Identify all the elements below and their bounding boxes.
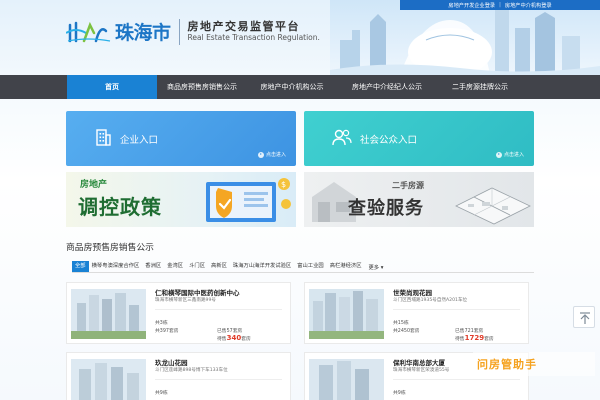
verify-banner-main: 查验服务 bbox=[348, 198, 424, 219]
listing-buildings: 共9栋 bbox=[393, 391, 406, 396]
agency-login-link[interactable]: 房地产中介机构登录 bbox=[505, 2, 552, 9]
filter-gaoxin[interactable]: 高新区 bbox=[208, 261, 230, 272]
enterprise-entry-more: 点击进入 bbox=[257, 151, 286, 158]
enterprise-entry-label: 企业入口 bbox=[120, 135, 159, 146]
listing-name: 保利华南总部大厦 bbox=[393, 359, 445, 367]
nav-item-agencies[interactable]: 房地产中介机构公示 bbox=[247, 75, 337, 99]
listing-divider bbox=[155, 309, 282, 310]
platform-title-cn: 房地产交易监管平台 bbox=[187, 20, 301, 33]
nav-item-agents[interactable]: 房地产中介经纪人公示 bbox=[337, 75, 437, 99]
policy-banner-top: 房地产 bbox=[80, 180, 108, 190]
arrow-up-icon bbox=[580, 312, 590, 324]
enterprise-entry-more-text: 点击进入 bbox=[265, 152, 286, 158]
skyline-illustration bbox=[330, 0, 600, 75]
users-icon bbox=[332, 129, 352, 146]
platform-title: 房地产交易监管平台 Real Estate Transaction Regula… bbox=[188, 20, 320, 43]
building-icon bbox=[96, 129, 111, 146]
listing-thumbnail bbox=[309, 289, 384, 339]
listing-card[interactable]: 仁和横琴国际中医药创新中心 珠海市横琴新区三鑫南路99号 共3栋 共397套房 … bbox=[66, 282, 291, 344]
housing-assistant-widget[interactable]: 问房管助手 bbox=[473, 352, 595, 376]
filter-jinwan[interactable]: 金湾区 bbox=[164, 261, 186, 272]
listing-photo-icon bbox=[71, 289, 146, 339]
listing-name: 世荣尚观花园 bbox=[393, 289, 432, 297]
nav-item-resale[interactable]: 二手房源挂牌公示 bbox=[437, 75, 523, 99]
listing-thumbnail bbox=[71, 359, 146, 400]
filter-fushan[interactable]: 富山工业园 bbox=[294, 261, 327, 272]
verify-banner[interactable]: 二手房源 查验服务 bbox=[304, 172, 534, 227]
listing-thumbnail bbox=[71, 289, 146, 339]
listing-available: 待售340套房 bbox=[217, 334, 251, 342]
nav-item-home[interactable]: 首页 bbox=[67, 75, 157, 99]
listing-name: 仁和横琴国际中医药创新中心 bbox=[155, 289, 240, 297]
listing-card[interactable]: 玖龙山花园 斗门区莲峰路898号博下车133车位 共9栋 bbox=[66, 352, 291, 400]
listing-total: 共397套房 bbox=[155, 329, 179, 334]
link-separator: | bbox=[499, 2, 501, 8]
filter-xiangzhou[interactable]: 香洲区 bbox=[142, 261, 164, 272]
listing-available-suffix: 套房 bbox=[484, 337, 494, 342]
policy-banner[interactable]: 房地产 调控政策 $ bbox=[66, 172, 296, 227]
listing-available-count: 1729 bbox=[464, 334, 485, 342]
filter-doumen[interactable]: 斗门区 bbox=[186, 261, 208, 272]
public-entry-more: 点击进入 bbox=[495, 151, 524, 158]
listing-address: 珠海市横琴新区三鑫南路99号 bbox=[155, 298, 216, 303]
arrow-circle-icon bbox=[495, 151, 502, 158]
listing-available-suffix: 套房 bbox=[241, 337, 251, 342]
listing-buildings: 共15栋 bbox=[393, 321, 409, 326]
public-entry-card[interactable]: 社会公众入口 点击进入 bbox=[304, 111, 534, 166]
logo-divider bbox=[178, 18, 180, 45]
listing-total: 共2450套房 bbox=[393, 329, 420, 334]
floorplan-icon bbox=[455, 187, 531, 225]
filter-hengqin[interactable]: 横琴粤澳深度合作区 bbox=[89, 261, 143, 272]
listing-divider bbox=[155, 379, 282, 380]
listing-available-prefix: 待售 bbox=[217, 337, 227, 342]
listing-name: 玖龙山花园 bbox=[155, 359, 188, 367]
listing-available: 待售1729套房 bbox=[455, 334, 494, 342]
listing-buildings: 共3栋 bbox=[155, 321, 168, 326]
public-entry-label: 社会公众入口 bbox=[360, 135, 418, 146]
logo-city-name: 珠海市 bbox=[115, 22, 171, 44]
listing-divider bbox=[393, 379, 520, 380]
filter-more[interactable]: 更多 ▾ bbox=[369, 263, 384, 271]
listing-photo-icon bbox=[309, 359, 384, 400]
district-filter-bar: 全部 横琴粤澳深度合作区 香洲区 金湾区 斗门区 高新区 珠海万山海洋开发试验区… bbox=[72, 261, 534, 273]
nav-item-presale[interactable]: 商品房预售房销售公示 bbox=[157, 75, 247, 99]
filter-more-text: 更多 bbox=[368, 264, 380, 271]
arrow-circle-icon bbox=[257, 151, 264, 158]
verify-banner-top: 二手房源 bbox=[392, 181, 424, 190]
housing-assistant-label: 问房管助手 bbox=[477, 358, 537, 371]
chevron-down-icon: ▾ bbox=[380, 264, 384, 271]
listing-buildings: 共9栋 bbox=[155, 391, 168, 396]
listing-available-prefix: 待售 bbox=[455, 337, 465, 342]
filter-all[interactable]: 全部 bbox=[72, 261, 89, 272]
policy-illustration-icon: $ bbox=[206, 178, 291, 222]
filter-wanshan[interactable]: 珠海万山海洋开发试验区 bbox=[230, 261, 294, 272]
enterprise-entry-card[interactable]: 企业入口 点击进入 bbox=[66, 111, 296, 166]
listing-thumbnail bbox=[309, 359, 384, 400]
listing-address: 斗门区西埔路1935号自然A201车位 bbox=[393, 298, 468, 303]
top-login-links: 房地产开发企业登录 | 房地产中介机构登录 bbox=[400, 0, 600, 10]
section-title: 商品房预售房销售公示 bbox=[66, 243, 154, 253]
back-to-top-button[interactable] bbox=[573, 306, 595, 328]
svg-text:$: $ bbox=[281, 180, 286, 189]
listing-sold: 已售57套房 bbox=[217, 329, 243, 334]
listing-photo-icon bbox=[71, 359, 146, 400]
listing-card[interactable]: 世荣尚观花园 斗门区西埔路1935号自然A201车位 共15栋 共2450套房 … bbox=[304, 282, 529, 344]
main-nav: 首页 商品房预售房销售公示 房地产中介机构公示 房地产中介经纪人公示 二手房源挂… bbox=[0, 75, 600, 99]
listing-photo-icon bbox=[309, 289, 384, 339]
public-entry-more-text: 点击进入 bbox=[503, 152, 524, 158]
site-header: 房地产开发企业登录 | 房地产中介机构登录 珠海市 房地产交易监管平台 Real… bbox=[0, 0, 600, 75]
listing-divider bbox=[393, 309, 520, 310]
listing-address: 斗门区莲峰路898号博下车133车位 bbox=[155, 368, 228, 373]
listing-address: 珠海市横琴新区荣澳道55号 bbox=[393, 368, 450, 373]
site-logo[interactable]: 珠海市 房地产交易监管平台 Real Estate Transaction Re… bbox=[66, 18, 320, 45]
filter-gaolan[interactable]: 高栏港经济区 bbox=[327, 261, 365, 272]
listing-available-count: 340 bbox=[226, 334, 242, 342]
policy-banner-main: 调控政策 bbox=[78, 195, 162, 219]
listing-sold: 已售721套房 bbox=[455, 329, 484, 334]
platform-title-en: Real Estate Transaction Regulation. bbox=[187, 33, 320, 42]
developer-login-link[interactable]: 房地产开发企业登录 bbox=[448, 2, 495, 9]
logo-emblem-icon bbox=[66, 21, 111, 42]
